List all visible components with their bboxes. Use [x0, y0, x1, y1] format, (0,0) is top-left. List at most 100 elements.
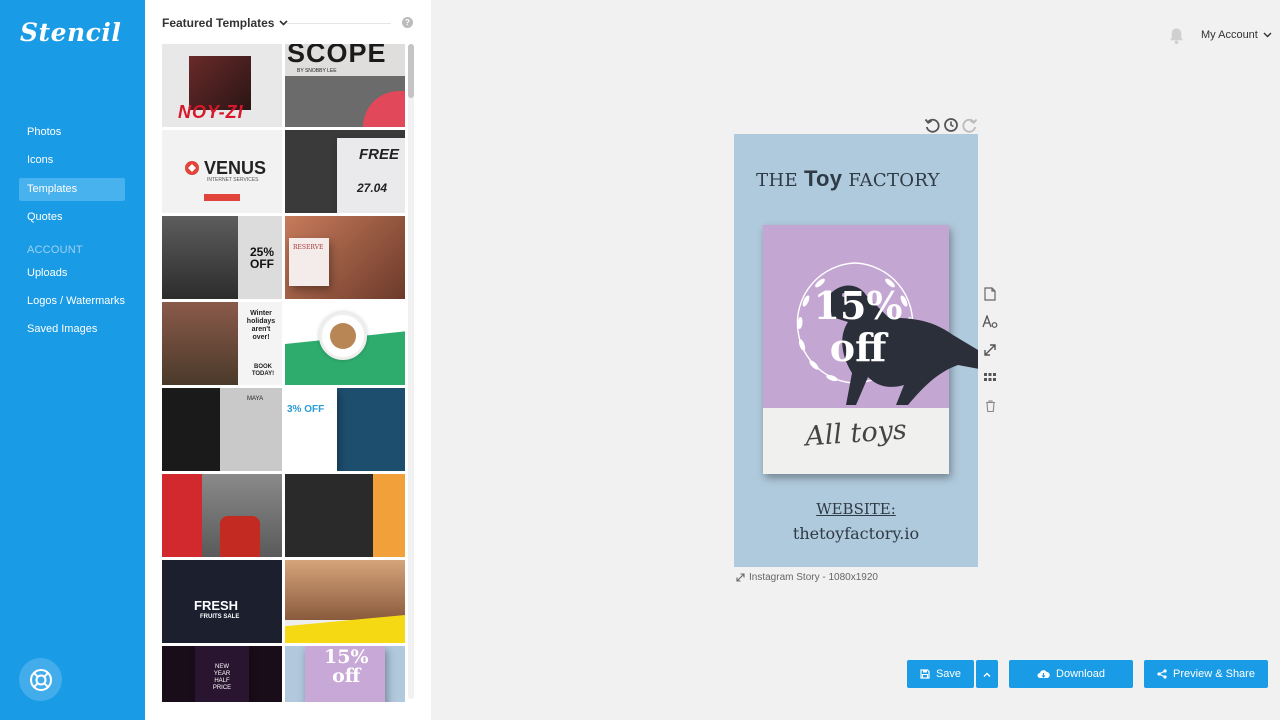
template-title: Winter holidays aren't over! [246, 310, 276, 341]
sidebar-item-photos[interactable]: Photos [19, 121, 125, 144]
template-title: VENUS [204, 158, 267, 178]
template-title: NOY-ZI [178, 102, 244, 122]
card-script-text[interactable]: All toys [762, 412, 950, 456]
brand-the: THE [756, 170, 798, 191]
help-button[interactable] [19, 658, 62, 701]
trash-icon [985, 400, 995, 412]
history-controls [924, 117, 978, 133]
template-shape [204, 194, 240, 201]
template-shape [162, 474, 202, 557]
template-title: RESERVE [293, 244, 324, 251]
download-button[interactable]: Download [1009, 660, 1133, 688]
cloud-download-icon [1037, 670, 1050, 678]
help-icon[interactable]: ? [402, 17, 413, 28]
template-title: SCOPE [287, 44, 387, 68]
grid-tool[interactable] [982, 370, 998, 386]
scroll-thumb[interactable] [408, 44, 414, 98]
template-tile[interactable]: NEW YEAR HALF PRICE [162, 646, 282, 702]
coffee-cup-image [319, 312, 367, 360]
offer-line-1: 15% [813, 283, 903, 328]
document-icon [984, 287, 996, 301]
divider [287, 23, 391, 24]
template-tile[interactable]: 15% off [285, 646, 405, 702]
template-tile[interactable]: 25% OFF [162, 216, 282, 299]
template-subtitle: HALF PRICE [212, 678, 232, 691]
template-title: FRESH [194, 598, 239, 613]
design-brand[interactable]: THE Toy FACTORY [734, 166, 962, 192]
template-photo [285, 560, 405, 620]
template-tile[interactable]: FRESH FRUITS SALE [162, 560, 282, 643]
notifications-button[interactable] [1168, 27, 1185, 50]
grid-icon [984, 373, 996, 381]
account-menu[interactable]: My Account [1201, 29, 1272, 41]
template-title: NEW YEAR HALF PRICE [207, 664, 237, 692]
website-url[interactable]: thetoyfactory.io [734, 524, 978, 543]
design-canvas[interactable]: THE Toy FACTORY 15% off All toys WEBSITE… [734, 134, 978, 567]
text-style-icon [982, 315, 998, 328]
chevron-up-icon [983, 672, 991, 677]
templates-panel: Featured Templates ? NOY-ZI SCOPE BY SNO… [145, 0, 431, 720]
template-tile[interactable]: SCOPE BY SNOBBY LEE [285, 44, 405, 127]
featured-templates-dropdown[interactable]: Featured Templates [162, 16, 289, 30]
template-tile[interactable] [162, 474, 282, 557]
template-title: MAYA [247, 396, 264, 402]
panel-title: Featured Templates [162, 16, 275, 30]
sidebar-section-account: ACCOUNT [27, 243, 83, 256]
save-button[interactable]: Save [907, 660, 974, 688]
delete-tool[interactable] [982, 398, 998, 414]
scrollbar[interactable] [408, 44, 414, 699]
template-title: 25% OFF [250, 246, 274, 270]
template-photo [162, 216, 238, 299]
template-tile[interactable]: RESERVE [285, 216, 405, 299]
canvas-size-selector[interactable]: Instagram Story - 1080x1920 [736, 572, 878, 583]
template-tile[interactable]: FREE 27.04 [285, 130, 405, 213]
canvas-size-label: Instagram Story - 1080x1920 [749, 572, 878, 583]
template-subtitle: off [332, 665, 361, 687]
design-card[interactable]: 15% off All toys [762, 225, 978, 474]
brand-toy: Toy [803, 166, 843, 191]
bell-icon [1170, 28, 1183, 45]
template-subtitle: INTERNET SERVICES [207, 177, 259, 183]
template-tile[interactable]: Winter holidays aren't over! BOOK TODAY! [162, 302, 282, 385]
save-options-button[interactable] [976, 660, 998, 688]
sidebar-item-uploads[interactable]: Uploads [19, 262, 125, 285]
sidebar-item-logos-watermarks[interactable]: Logos / Watermarks [19, 290, 125, 313]
resize-tool[interactable] [982, 342, 998, 358]
template-tile[interactable] [285, 474, 405, 557]
template-photo [162, 302, 238, 385]
sidebar-item-saved-images[interactable]: Saved Images [19, 318, 125, 341]
page-tool[interactable] [982, 286, 998, 302]
preview-share-label: Preview & Share [1173, 668, 1255, 680]
template-tile[interactable]: NOY-ZI [162, 44, 282, 127]
template-photo [162, 388, 220, 471]
sidebar-item-templates[interactable]: Templates [19, 177, 125, 201]
sidebar-item-icons[interactable]: Icons [19, 149, 125, 172]
template-tile[interactable] [285, 560, 405, 643]
template-title: 3% OFF [287, 404, 325, 415]
offer-text[interactable]: 15% off [763, 285, 953, 369]
floppy-disk-icon [920, 669, 930, 679]
template-tile[interactable]: VENUS INTERNET SERVICES [162, 130, 282, 213]
card-photo-area: 15% off [763, 225, 978, 408]
sidebar-nav: Photos Icons Templates Quotes ACCOUNT Up… [19, 121, 125, 347]
history-icon[interactable] [943, 117, 959, 133]
preview-share-button[interactable]: Preview & Share [1144, 660, 1268, 688]
account-label: My Account [1201, 29, 1258, 41]
website-label[interactable]: WEBSITE: [734, 500, 978, 518]
template-tile[interactable] [285, 302, 405, 385]
template-subtitle: 27.04 [357, 181, 388, 195]
undo-icon[interactable] [924, 117, 940, 133]
template-card [285, 388, 337, 471]
template-subtitle: BOOK TODAY! [251, 364, 275, 377]
template-shape [373, 474, 405, 557]
logo[interactable]: Stencil [20, 18, 121, 47]
text-style-tool[interactable] [982, 314, 998, 330]
canvas-tools [982, 286, 998, 414]
sidebar-item-quotes[interactable]: Quotes [19, 206, 125, 229]
template-tile[interactable]: 3% OFF [285, 388, 405, 471]
template-grid: NOY-ZI SCOPE BY SNOBBY LEE VENUS INTERNE… [162, 44, 406, 702]
template-tile[interactable]: MAYA [162, 388, 282, 471]
redo-icon[interactable] [962, 117, 978, 133]
template-shape [220, 516, 260, 557]
template-title: 15% off [324, 648, 369, 686]
